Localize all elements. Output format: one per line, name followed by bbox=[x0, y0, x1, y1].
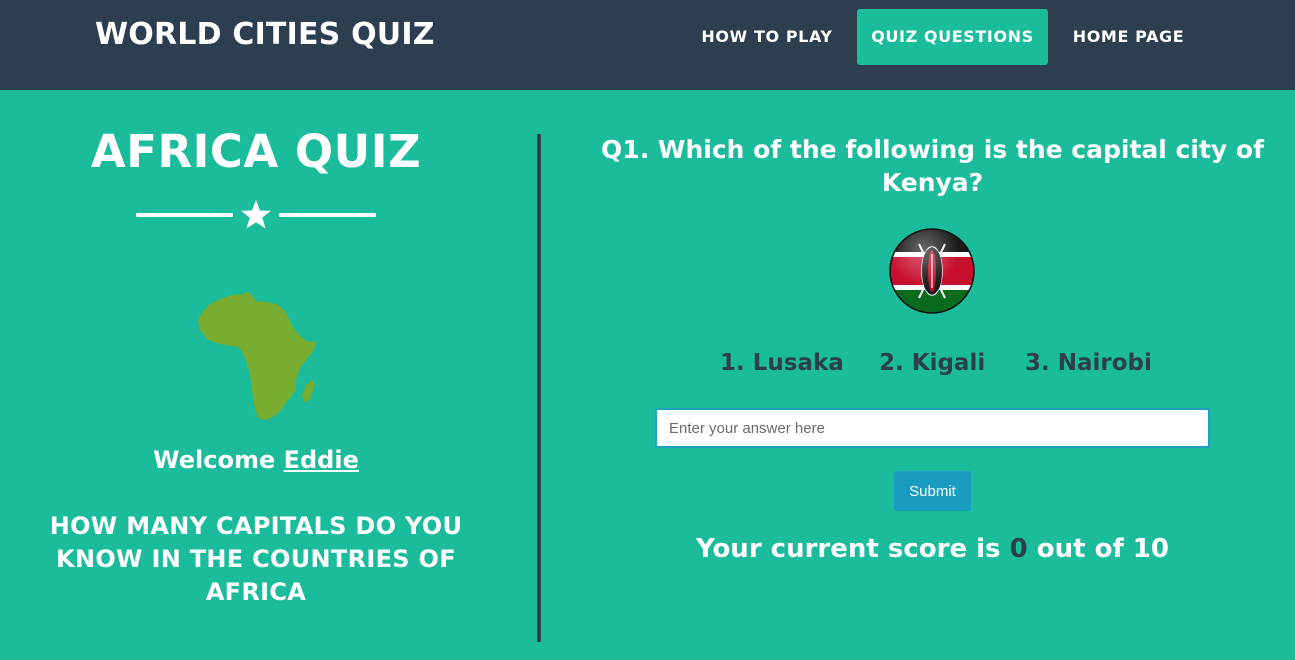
divider-line-left bbox=[136, 213, 233, 217]
answer-options: 1. Lusaka 2. Kigali 3. Nairobi bbox=[700, 350, 1165, 384]
nav-home-page[interactable]: HOME PAGE bbox=[1062, 9, 1195, 65]
score-suffix: out of 10 bbox=[1027, 534, 1169, 564]
brand-title[interactable]: WORLD CITIES QUIZ bbox=[95, 17, 435, 52]
option-2: 2. Kigali bbox=[879, 350, 986, 376]
option-3: 3. Nairobi bbox=[1025, 350, 1152, 376]
option-1: 1. Lusaka bbox=[720, 350, 844, 376]
nav-quiz-questions[interactable]: QUIZ QUESTIONS bbox=[857, 9, 1048, 65]
welcome-message: Welcome Eddie bbox=[0, 446, 512, 474]
answer-input[interactable] bbox=[655, 408, 1210, 448]
submit-button[interactable]: Submit bbox=[894, 471, 971, 511]
africa-map-icon bbox=[198, 291, 316, 420]
score-display: Your current score is 0 out of 10 bbox=[580, 534, 1285, 564]
nav-how-to-play[interactable]: HOW TO PLAY bbox=[690, 9, 844, 65]
quiz-tagline: HOW MANY CAPITALS DO YOU KNOW IN THE COU… bbox=[49, 512, 463, 606]
kenya-flag-icon bbox=[889, 228, 975, 314]
navbar: WORLD CITIES QUIZ HOW TO PLAY QUIZ QUEST… bbox=[0, 0, 1295, 90]
quiz-title: AFRICA QUIZ bbox=[90, 125, 422, 178]
star-icon bbox=[241, 200, 271, 229]
title-divider bbox=[136, 199, 376, 231]
score-prefix: Your current score is bbox=[696, 534, 1010, 564]
question-text: Q1. Which of the following is the capita… bbox=[601, 135, 1264, 197]
vertical-divider bbox=[537, 134, 541, 642]
welcome-prefix: Welcome bbox=[153, 446, 284, 474]
divider-line-right bbox=[279, 213, 376, 217]
score-value: 0 bbox=[1009, 534, 1028, 564]
user-name-link[interactable]: Eddie bbox=[284, 446, 359, 474]
